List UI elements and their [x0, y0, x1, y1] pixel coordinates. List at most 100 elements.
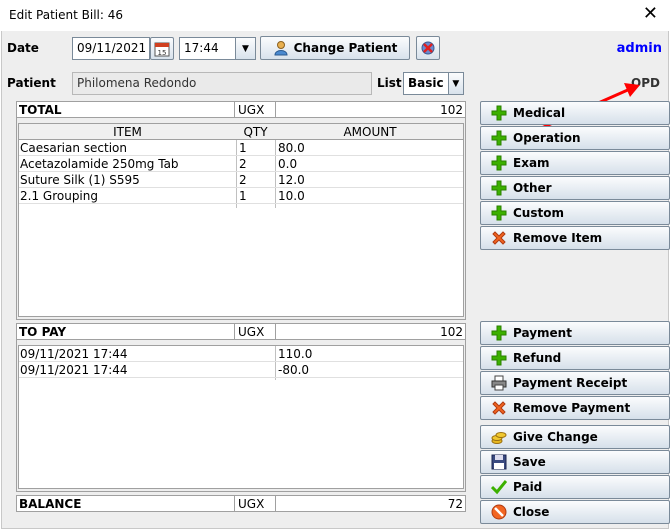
column-header-item[interactable]: ITEM [19, 125, 236, 139]
item-amount: 10.0 [278, 189, 305, 203]
balance-header: BALANCE UGX 72 [17, 496, 465, 511]
list-label: List [377, 76, 402, 90]
paid-label: Paid [513, 480, 543, 494]
payment-amount: 110.0 [278, 347, 313, 361]
give-change-button[interactable]: Give Change [480, 425, 670, 449]
close-icon[interactable]: ✕ [643, 4, 658, 24]
chevron-down-icon[interactable]: ▼ [447, 73, 463, 94]
topay-value: 102 [440, 325, 463, 339]
remove-payment-label: Remove Payment [513, 401, 631, 415]
coins-icon [491, 429, 507, 445]
items-panel: TOTAL UGX 102 ITEM QTY AMOUNT Caesarian … [16, 101, 466, 320]
payments-table[interactable]: 09/11/2021 17:44 110.0 09/11/2021 17:44 … [18, 345, 464, 489]
payments-panel: TO PAY UGX 102 09/11/2021 17:44 110.0 09… [16, 323, 466, 492]
payment-amount: -80.0 [278, 363, 310, 377]
item-name: Suture Silk (1) S595 [20, 173, 140, 187]
close-label: Close [513, 505, 550, 519]
balance-currency: UGX [238, 497, 265, 511]
window-title: Edit Patient Bill: 46 [9, 8, 124, 22]
date-field[interactable]: 09/11/2021 [72, 37, 150, 60]
payment-date: 09/11/2021 17:44 [20, 363, 128, 377]
column-header-amount[interactable]: AMOUNT [275, 125, 465, 139]
operation-button[interactable]: Operation [480, 126, 670, 150]
checkmark-icon [491, 479, 507, 495]
close-button[interactable]: Close [480, 500, 670, 524]
remove-payment-button[interactable]: Remove Payment [480, 396, 670, 420]
item-qty: 1 [239, 189, 247, 203]
exam-button[interactable]: Exam [480, 151, 670, 175]
table-row[interactable]: Caesarian section 1 80.0 [19, 140, 463, 156]
patient-delete-button[interactable] [416, 36, 440, 60]
payment-receipt-button[interactable]: Payment Receipt [480, 371, 670, 395]
remove-item-label: Remove Item [513, 231, 603, 245]
payment-date: 09/11/2021 17:44 [20, 347, 128, 361]
dialog-body: Date 09/11/2021 15 17:44 ▼ Change Patien… [1, 31, 670, 529]
item-qty: 1 [239, 141, 247, 155]
total-label: TOTAL [19, 103, 62, 117]
plus-icon [491, 180, 507, 196]
chevron-down-icon[interactable]: ▼ [235, 38, 255, 59]
paid-button[interactable]: Paid [480, 475, 670, 499]
refund-button[interactable]: Refund [480, 346, 670, 370]
calendar-icon: 15 [154, 42, 170, 57]
balance-label: BALANCE [19, 497, 82, 511]
time-value[interactable]: 17:44 [180, 38, 235, 59]
table-row[interactable]: Suture Silk (1) S595 2 12.0 [19, 172, 463, 188]
plus-icon [491, 105, 507, 121]
exam-label: Exam [513, 156, 550, 170]
items-table[interactable]: ITEM QTY AMOUNT Caesarian section 1 80.0… [18, 123, 464, 317]
patient-field: Philomena Redondo [72, 72, 372, 95]
floppy-disk-icon [491, 454, 507, 470]
item-amount: 80.0 [278, 141, 305, 155]
remove-icon [491, 400, 507, 416]
remove-icon [491, 230, 507, 246]
item-name: Caesarian section [20, 141, 127, 155]
date-label: Date [7, 41, 39, 55]
topay-currency: UGX [238, 325, 265, 339]
refund-label: Refund [513, 351, 562, 365]
remove-item-button[interactable]: Remove Item [480, 226, 670, 250]
item-qty: 2 [239, 157, 247, 171]
operation-label: Operation [513, 131, 581, 145]
save-button[interactable]: Save [480, 450, 670, 474]
topay-header: TO PAY UGX 102 [17, 324, 465, 340]
plus-icon [491, 155, 507, 171]
items-table-header: ITEM QTY AMOUNT [19, 124, 463, 140]
column-header-qty[interactable]: QTY [236, 125, 275, 139]
topay-label: TO PAY [19, 325, 67, 339]
table-row[interactable]: 2.1 Grouping 1 10.0 [19, 188, 463, 204]
item-name: Acetazolamide 250mg Tab [20, 157, 179, 171]
balance-panel: BALANCE UGX 72 [16, 495, 466, 512]
table-row[interactable]: Acetazolamide 250mg Tab 2 0.0 [19, 156, 463, 172]
remove-patient-icon [421, 41, 435, 55]
svg-text:15: 15 [158, 49, 167, 57]
total-value: 102 [440, 103, 463, 117]
item-name: 2.1 Grouping [20, 189, 98, 203]
total-header: TOTAL UGX 102 [17, 102, 465, 118]
table-row[interactable]: 09/11/2021 17:44 110.0 [19, 346, 463, 362]
time-selector[interactable]: 17:44 ▼ [179, 37, 256, 60]
calendar-button[interactable]: 15 [150, 37, 174, 60]
list-selector[interactable]: Basic ▼ [403, 72, 464, 95]
other-button[interactable]: Other [480, 176, 670, 200]
printer-icon [491, 375, 507, 391]
payment-receipt-label: Payment Receipt [513, 376, 628, 390]
current-user: admin [616, 41, 662, 56]
change-patient-button[interactable]: Change Patient [260, 36, 410, 60]
custom-label: Custom [513, 206, 564, 220]
plus-icon [491, 350, 507, 366]
give-change-label: Give Change [513, 430, 598, 444]
total-currency: UGX [238, 103, 265, 117]
medical-label: Medical [513, 106, 566, 120]
change-patient-label: Change Patient [293, 41, 398, 55]
patient-icon [274, 41, 288, 56]
item-amount: 12.0 [278, 173, 305, 187]
custom-button[interactable]: Custom [480, 201, 670, 225]
item-qty: 2 [239, 173, 247, 187]
save-label: Save [513, 455, 546, 469]
list-value[interactable]: Basic [404, 73, 448, 94]
medical-button[interactable]: Medical [480, 101, 670, 125]
patient-label: Patient [7, 76, 56, 90]
table-row[interactable]: 09/11/2021 17:44 -80.0 [19, 362, 463, 378]
payment-button[interactable]: Payment [480, 321, 670, 345]
